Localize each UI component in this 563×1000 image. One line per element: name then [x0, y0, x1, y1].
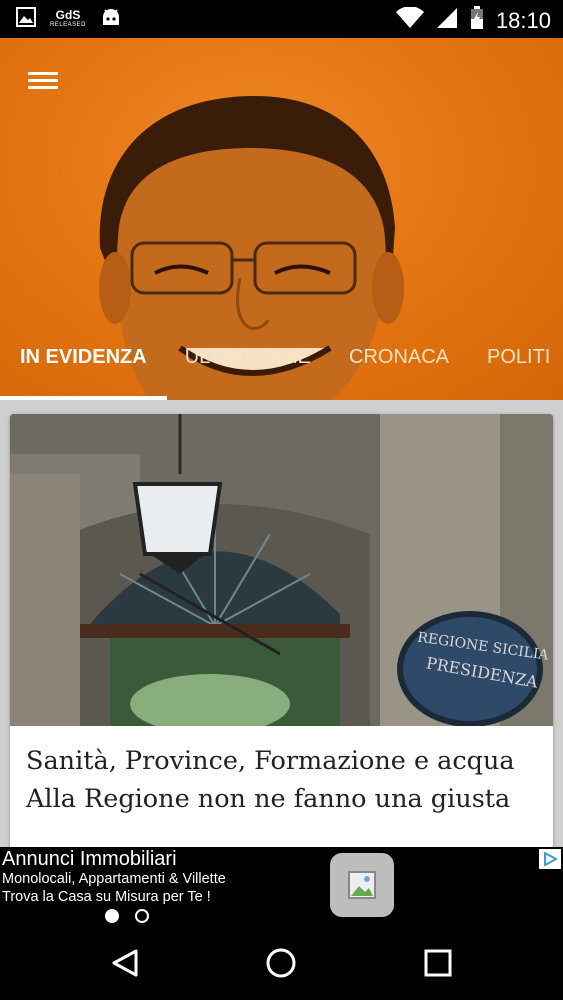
article-title-line-2: Alla Regione non ne fanno una giusta [26, 784, 511, 814]
recents-button[interactable] [418, 943, 458, 983]
menu-button[interactable] [24, 68, 64, 98]
ad-line-2: Trova la Casa su Misura per Te ! [2, 889, 211, 905]
signal-icon [436, 7, 458, 34]
gds-app-icon: GdS RELEASED [50, 7, 87, 28]
tab-in-evidenza[interactable]: IN EVIDENZA [20, 338, 147, 400]
image-icon [16, 7, 36, 32]
article-title-line-1: Sanità, Province, Formazione e acqua [26, 746, 515, 776]
ad-banner[interactable]: Annunci Immobiliari Monolocali, Appartam… [0, 847, 563, 927]
article-image: REGIONE SICILIA PRESIDENZA [10, 414, 553, 726]
status-time: 18:10 [495, 7, 551, 33]
tab-ultimissime[interactable]: ULTIMISSIME [185, 338, 311, 400]
section-tabs: IN EVIDENZA ULTIMISSIME CRONACA POLITI [0, 338, 563, 400]
ad-thumbnail[interactable] [330, 853, 394, 917]
wifi-icon [395, 6, 424, 34]
ad-pager-dot-active[interactable] [105, 909, 119, 923]
home-icon [266, 948, 296, 978]
article-card[interactable]: REGIONE SICILIA PRESIDENZA Sanità, Provi… [10, 414, 553, 847]
ad-line-1: Monolocali, Appartamenti & Villette [2, 871, 226, 887]
back-icon [112, 949, 138, 977]
news-feed[interactable]: REGIONE SICILIA PRESIDENZA Sanità, Provi… [0, 400, 563, 847]
battery-icon [470, 6, 484, 35]
section-header: IN EVIDENZA ULTIMISSIME CRONACA POLITI [0, 38, 563, 400]
ad-pager [105, 909, 149, 923]
home-button[interactable] [261, 943, 301, 983]
android-icon [100, 7, 122, 32]
tab-politica[interactable]: POLITI [487, 338, 550, 400]
back-button[interactable] [106, 943, 146, 983]
ad-pager-dot[interactable] [135, 909, 149, 923]
hamburger-menu-icon [28, 72, 58, 75]
adchoices-icon[interactable] [539, 849, 561, 869]
status-bar: GdS RELEASED 18:10 [0, 0, 563, 38]
tab-cronaca[interactable]: CRONACA [349, 338, 449, 400]
article-title[interactable]: Sanità, Province, Formazione e acqua All… [26, 742, 541, 818]
broken-image-icon [348, 871, 376, 899]
recents-icon [424, 949, 452, 977]
system-nav-bar [0, 927, 563, 1000]
ad-headline: Annunci Immobiliari [2, 848, 177, 870]
